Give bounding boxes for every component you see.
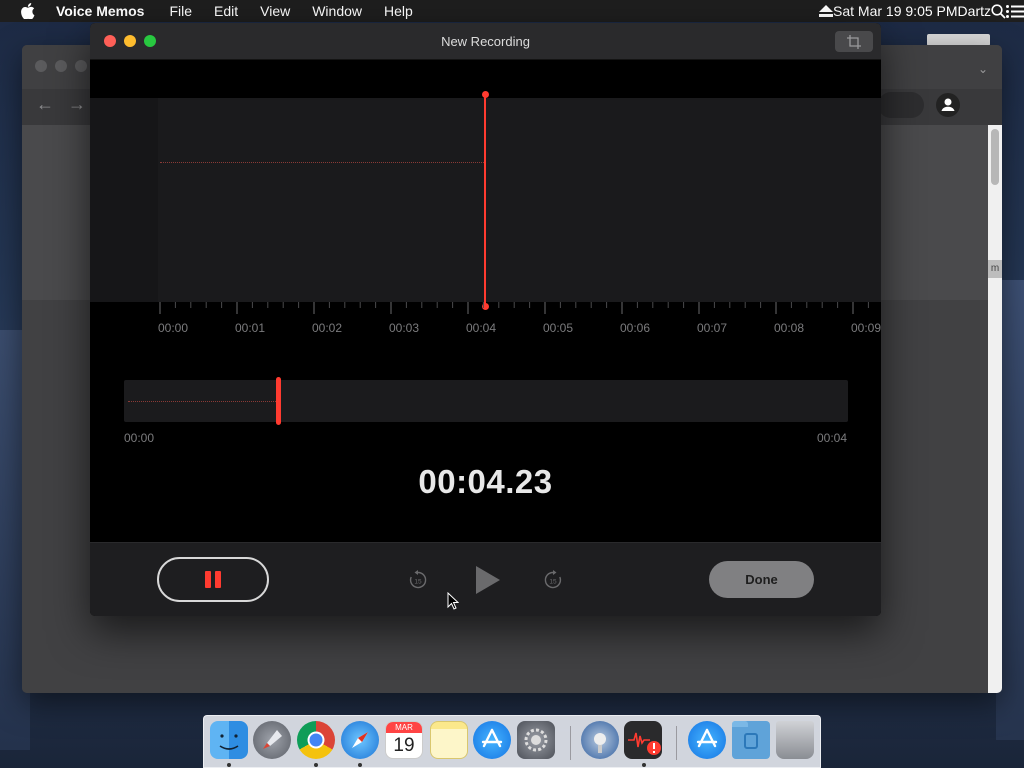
menubar-user[interactable]: Dartz [958,3,991,19]
chrome-running-dot [314,763,318,767]
voice-memos-running-dot [642,763,646,767]
background-scrollbar-thumb[interactable] [991,129,999,185]
menu-file[interactable]: File [158,3,203,19]
window-title: New Recording [441,34,530,49]
dock: MAR 19 [203,715,821,768]
chrome-icon[interactable] [297,721,335,759]
finder-icon[interactable] [210,721,248,759]
utility-app-icon[interactable] [581,721,619,759]
menu-edit[interactable]: Edit [203,3,249,19]
profile-avatar-icon[interactable] [936,93,960,117]
overview-playhead[interactable] [276,377,282,425]
app-store-downloads-icon[interactable] [688,721,726,759]
spotlight-search-icon[interactable] [991,3,1006,19]
eject-icon[interactable] [819,5,834,17]
calendar-day-label: 19 [393,735,415,756]
bg-zoom-button[interactable] [75,60,87,72]
play-icon[interactable] [475,565,501,595]
ruler-tick-label: 00:00 [158,321,189,335]
ruler-tick-label: 00:08 [774,321,805,335]
svg-text:15: 15 [549,579,557,586]
safari-icon[interactable] [341,721,379,759]
chevron-down-icon[interactable]: ⌄ [978,62,988,76]
system-preferences-icon[interactable] [517,721,555,759]
background-scrollbar[interactable] [988,125,1002,693]
back-arrow-icon[interactable]: ← [36,94,54,115]
safari-running-dot [358,763,362,767]
menu-window[interactable]: Window [301,3,373,19]
ruler-tick-label: 00:03 [389,321,420,335]
voice-memos-dock-icon[interactable] [624,721,662,759]
notification-center-icon[interactable] [1006,4,1024,18]
mouse-cursor-icon [447,592,459,610]
background-side-tag: m [988,260,1002,278]
ruler-tick-label: 00:02 [312,321,343,335]
launchpad-icon[interactable] [253,721,291,759]
playhead-top-handle[interactable] [482,91,489,98]
waveform-left-shade [90,98,158,302]
waveform-trace [160,162,486,163]
ruler-tick-label: 00:07 [697,321,728,335]
pause-icon-bar [215,571,221,588]
pause-icon [205,571,211,588]
bg-minimize-button[interactable] [55,60,67,72]
dock-separator-2 [676,726,677,760]
app-store-icon[interactable] [473,721,511,759]
calendar-icon[interactable]: MAR 19 [385,721,423,759]
menu-help[interactable]: Help [373,3,424,19]
downloads-folder-icon[interactable] [732,721,770,759]
dock-separator [570,726,571,760]
overview-start-time: 00:00 [124,431,155,445]
overview-waveform [128,401,278,402]
menu-bar: Voice Memos File Edit View Window Help S… [0,0,1024,22]
skip-back-15-icon[interactable]: 15 [408,570,428,590]
menubar-clock[interactable]: Sat Mar 19 9:05 PM [833,3,958,19]
elapsed-time: 00:04.23 [418,463,553,500]
apple-menu-icon[interactable] [0,3,56,19]
playhead-line[interactable] [484,94,486,306]
trim-icon [847,34,861,49]
finder-running-dot [227,763,231,767]
ruler-tick-label: 00:05 [543,321,574,335]
ruler-tick-label: 00:06 [620,321,651,335]
menu-view[interactable]: View [249,3,301,19]
overview-end-time: 00:04 [816,431,847,445]
trash-icon[interactable] [776,721,814,759]
calendar-month-label: MAR [386,722,422,733]
ruler-tick-label: 00:04 [466,321,497,335]
trim-button[interactable] [835,31,873,52]
pause-recording-button[interactable] [157,557,269,602]
ruler-tick-label: 00:09 [851,321,881,335]
voice-memos-window: New Recording 00:00 00:01 00:02 00:03 00:04 0… [90,23,881,616]
ruler-ticks [159,302,869,314]
forward-arrow-icon[interactable]: → [68,94,86,115]
notes-icon[interactable] [430,721,468,759]
ruler-tick-label: 00:01 [235,321,266,335]
skip-forward-15-icon[interactable]: 15 [543,570,563,590]
app-name-menu[interactable]: Voice Memos [56,3,158,19]
background-search-pill[interactable] [878,92,924,118]
svg-text:15: 15 [414,579,422,586]
controls-bar: 15 15 Done [90,542,881,616]
waveform-area[interactable] [90,60,881,310]
done-button[interactable]: Done [709,561,814,598]
bg-close-button[interactable] [35,60,47,72]
